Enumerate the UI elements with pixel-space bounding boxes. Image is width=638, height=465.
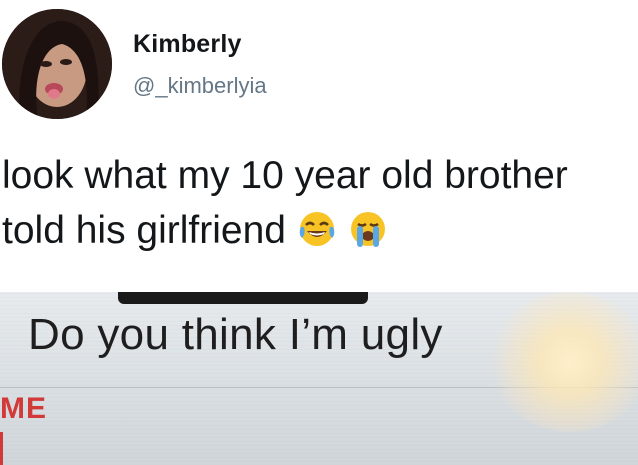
photo-sender-label: ME	[0, 392, 47, 425]
attached-photo[interactable]: Do you think I’m ugly ME	[0, 292, 638, 465]
photo-top-bar	[118, 292, 368, 304]
loudly-crying-face-icon	[348, 209, 388, 249]
tweet-text-body: look what my 10 year old brother told hi…	[2, 154, 568, 252]
user-avatar[interactable]	[2, 9, 112, 119]
photo-message-text: Do you think I’m ugly	[28, 310, 443, 359]
user-handle[interactable]: @_kimberlyia	[133, 73, 267, 99]
tweet-text: look what my 10 year old brother told hi…	[2, 148, 636, 258]
face-with-tears-of-joy-icon	[297, 209, 337, 249]
photo-sender-rule	[0, 432, 3, 465]
avatar-image	[2, 9, 112, 119]
photo-glare	[490, 292, 638, 432]
display-name[interactable]: Kimberly	[133, 30, 242, 59]
tweet-card: Kimberly @_kimberlyia look what my 10 ye…	[0, 0, 638, 465]
